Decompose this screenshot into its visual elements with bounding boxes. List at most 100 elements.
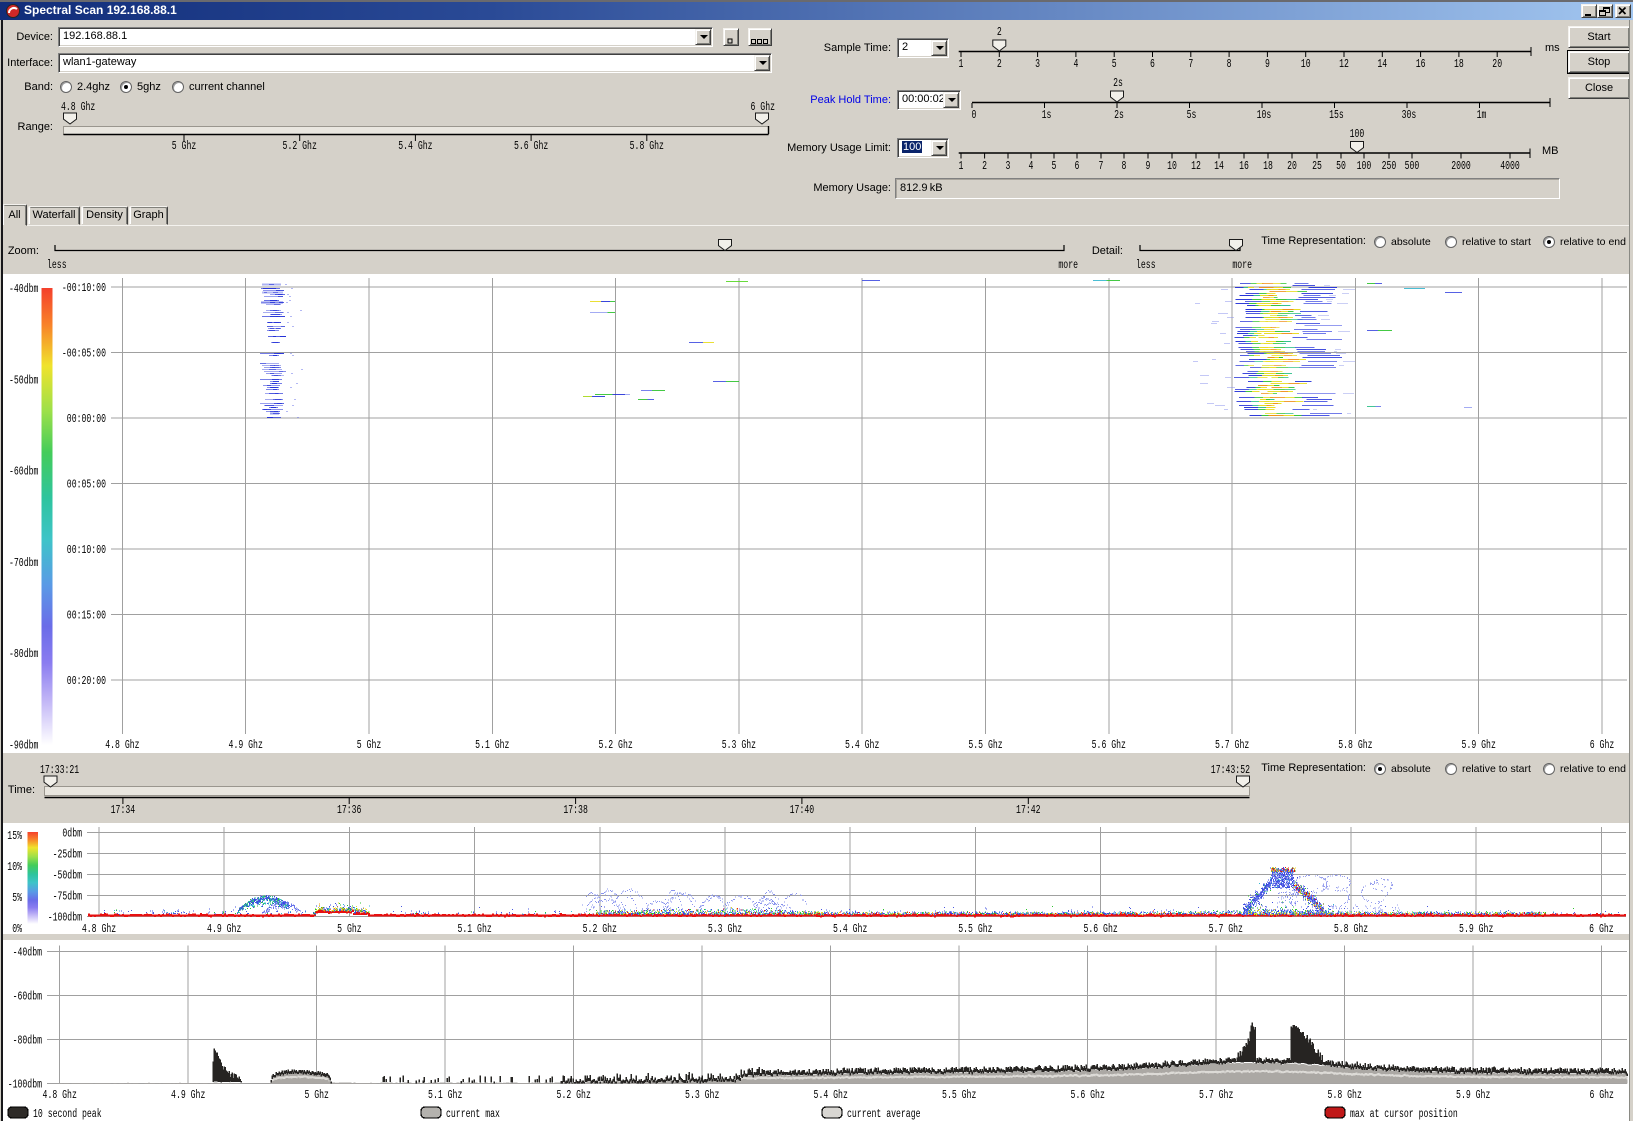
- svg-text:00:05:00: 00:05:00: [67, 479, 106, 492]
- svg-text:5s: 5s: [1187, 109, 1197, 122]
- svg-text:10: 10: [1167, 160, 1177, 173]
- svg-text:5.2 Ghz: 5.2 Ghz: [583, 923, 617, 934]
- svg-text:5.1 Ghz: 5.1 Ghz: [457, 923, 491, 934]
- svg-text:1s: 1s: [1042, 109, 1052, 122]
- svg-text:5.8 Ghz: 5.8 Ghz: [1328, 1089, 1362, 1102]
- svg-text:2000: 2000: [1451, 160, 1471, 173]
- svg-text:less: less: [1136, 259, 1156, 272]
- svg-text:8: 8: [1122, 160, 1127, 173]
- svg-text:17:38: 17:38: [563, 804, 588, 817]
- svg-text:18: 18: [1263, 160, 1273, 173]
- svg-text:-00:10:00: -00:10:00: [62, 282, 106, 295]
- svg-text:4: 4: [1029, 160, 1034, 173]
- svg-text:6: 6: [1150, 58, 1155, 71]
- svg-text:50: 50: [1336, 160, 1346, 173]
- svg-text:4.8 Ghz: 4.8 Ghz: [43, 1089, 77, 1102]
- svg-text:17:34: 17:34: [111, 804, 136, 817]
- svg-text:15%: 15%: [7, 830, 22, 843]
- svg-text:4.9 Ghz: 4.9 Ghz: [207, 923, 241, 934]
- svg-text:5.2 Ghz: 5.2 Ghz: [557, 1089, 591, 1102]
- svg-text:5.3 Ghz: 5.3 Ghz: [685, 1089, 719, 1102]
- svg-text:2s: 2s: [1113, 77, 1123, 90]
- svg-text:5.5 Ghz: 5.5 Ghz: [968, 739, 1002, 752]
- svg-text:1m: 1m: [1477, 109, 1487, 122]
- svg-text:14: 14: [1377, 58, 1387, 71]
- svg-text:6: 6: [1075, 160, 1080, 173]
- svg-text:10s: 10s: [1257, 109, 1272, 122]
- svg-text:5.1 Ghz: 5.1 Ghz: [428, 1089, 462, 1102]
- svg-text:16: 16: [1416, 58, 1426, 71]
- svg-text:6 Ghz: 6 Ghz: [1589, 1089, 1614, 1102]
- svg-text:18: 18: [1454, 58, 1464, 71]
- svg-text:4: 4: [1073, 58, 1078, 71]
- svg-text:4.9 Ghz: 4.9 Ghz: [171, 1089, 205, 1102]
- svg-text:-70dbm: -70dbm: [9, 557, 38, 570]
- svg-text:5.9 Ghz: 5.9 Ghz: [1462, 739, 1496, 752]
- svg-text:250: 250: [1382, 160, 1397, 173]
- svg-text:25: 25: [1312, 160, 1322, 173]
- svg-text:-50dbm: -50dbm: [53, 870, 82, 883]
- svg-text:5.9 Ghz: 5.9 Ghz: [1459, 923, 1493, 934]
- svg-text:20: 20: [1287, 160, 1297, 173]
- svg-text:5.3 Ghz: 5.3 Ghz: [708, 923, 742, 934]
- svg-text:5.1 Ghz: 5.1 Ghz: [475, 739, 509, 752]
- svg-text:0dbm: 0dbm: [62, 828, 82, 841]
- svg-text:max at cursor position: max at cursor position: [1350, 1108, 1458, 1121]
- svg-text:00:20:00: 00:20:00: [67, 675, 106, 688]
- svg-text:12: 12: [1191, 160, 1201, 173]
- svg-text:5.4 Ghz: 5.4 Ghz: [814, 1089, 848, 1102]
- svg-text:3: 3: [1035, 58, 1040, 71]
- svg-text:-50dbm: -50dbm: [9, 374, 38, 387]
- svg-text:17:42: 17:42: [1016, 804, 1041, 817]
- svg-text:7: 7: [1099, 160, 1104, 173]
- svg-text:5 Ghz: 5 Ghz: [337, 923, 362, 934]
- svg-text:17:33:21: 17:33:21: [40, 764, 79, 777]
- svg-text:10: 10: [1301, 58, 1311, 71]
- svg-text:-100dbm: -100dbm: [48, 911, 82, 924]
- svg-text:6 Ghz: 6 Ghz: [1589, 923, 1614, 934]
- svg-text:5.6 Ghz: 5.6 Ghz: [1071, 1089, 1105, 1102]
- svg-text:-25dbm: -25dbm: [53, 849, 82, 862]
- svg-text:2: 2: [997, 26, 1002, 39]
- svg-text:10%: 10%: [7, 861, 22, 874]
- svg-text:more: more: [1232, 259, 1252, 272]
- svg-text:-80dbm: -80dbm: [9, 648, 38, 661]
- svg-text:5: 5: [1052, 160, 1057, 173]
- svg-text:5.8 Ghz: 5.8 Ghz: [1338, 739, 1372, 752]
- svg-text:-60dbm: -60dbm: [9, 466, 38, 479]
- svg-text:20: 20: [1492, 58, 1502, 71]
- svg-text:9: 9: [1146, 160, 1151, 173]
- svg-text:more: more: [1058, 259, 1078, 272]
- svg-text:5.7 Ghz: 5.7 Ghz: [1199, 1089, 1233, 1102]
- svg-text:-80dbm: -80dbm: [13, 1035, 42, 1048]
- svg-text:4.9 Ghz: 4.9 Ghz: [229, 739, 263, 752]
- svg-text:-00:05:00: -00:05:00: [62, 348, 106, 361]
- svg-text:5.9 Ghz: 5.9 Ghz: [1456, 1089, 1490, 1102]
- svg-text:5%: 5%: [12, 892, 22, 905]
- svg-text:17:40: 17:40: [790, 804, 815, 817]
- svg-text:3: 3: [1006, 160, 1011, 173]
- svg-text:5.7 Ghz: 5.7 Ghz: [1209, 923, 1243, 934]
- svg-text:4000: 4000: [1500, 160, 1520, 173]
- svg-text:current max: current max: [446, 1108, 500, 1121]
- svg-text:7: 7: [1188, 58, 1193, 71]
- svg-text:5.6 Ghz: 5.6 Ghz: [1092, 739, 1126, 752]
- svg-text:12: 12: [1339, 58, 1349, 71]
- svg-text:17:36: 17:36: [337, 804, 362, 817]
- svg-text:5 Ghz: 5 Ghz: [357, 739, 382, 752]
- svg-text:5: 5: [1112, 58, 1117, 71]
- svg-text:9: 9: [1265, 58, 1270, 71]
- svg-text:5 Ghz: 5 Ghz: [304, 1089, 329, 1102]
- svg-text:less: less: [47, 259, 67, 272]
- svg-text:30s: 30s: [1402, 109, 1417, 122]
- svg-text:5.6 Ghz: 5.6 Ghz: [1083, 923, 1117, 934]
- svg-text:5.4 Ghz: 5.4 Ghz: [833, 923, 867, 934]
- svg-text:100: 100: [1350, 128, 1365, 141]
- svg-text:5.4 Ghz: 5.4 Ghz: [845, 739, 879, 752]
- svg-text:-75dbm: -75dbm: [53, 890, 82, 903]
- svg-text:5.3 Ghz: 5.3 Ghz: [722, 739, 756, 752]
- svg-text:-40dbm: -40dbm: [13, 947, 42, 960]
- svg-text:15s: 15s: [1329, 109, 1344, 122]
- svg-text:100: 100: [1357, 160, 1372, 173]
- svg-text:00:10:00: 00:10:00: [67, 544, 106, 557]
